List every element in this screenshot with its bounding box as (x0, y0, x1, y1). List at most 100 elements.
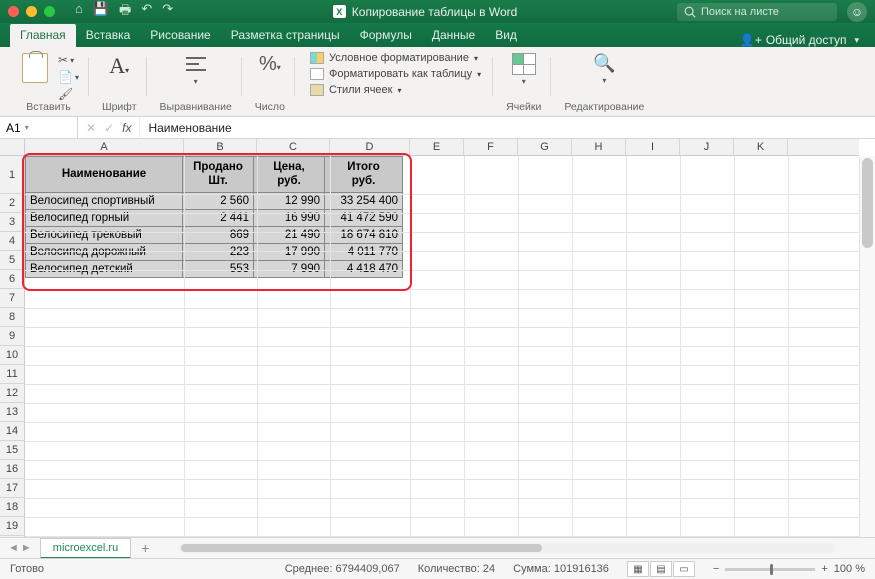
zoom-in-icon[interactable]: + (821, 563, 827, 575)
row-header-5[interactable]: 5 (0, 251, 24, 270)
editing-button[interactable]: 🔍 ▾ (589, 51, 619, 87)
save-icon[interactable]: 💾 (93, 1, 109, 23)
cancel-icon[interactable]: ✕ (86, 121, 96, 135)
minimize-window-icon[interactable] (26, 6, 37, 17)
cell-styles-button[interactable]: Стили ячеек ▾ (308, 83, 483, 97)
tab-formulas[interactable]: Формулы (350, 24, 422, 47)
zoom-window-icon[interactable] (44, 6, 55, 17)
add-sheet-button[interactable]: + (131, 540, 159, 556)
table-cell[interactable]: Велосипед детский (26, 261, 183, 278)
print-icon[interactable]: 🖶 (119, 1, 131, 23)
row-header-2[interactable]: 2 (0, 194, 24, 213)
col-header-J[interactable]: J (680, 139, 734, 155)
user-icon[interactable]: ☺ (847, 2, 867, 22)
vertical-scrollbar[interactable] (859, 156, 875, 537)
col-header-F[interactable]: F (464, 139, 518, 155)
row-header-13[interactable]: 13 (0, 403, 24, 422)
table-cell[interactable]: Велосипед спортивный (26, 193, 183, 210)
cells-container[interactable]: НаименованиеПроданоШт.Цена,руб.Итогоруб.… (25, 156, 859, 537)
zoom-control[interactable]: − + 100 % (713, 563, 865, 575)
row-header-17[interactable]: 17 (0, 479, 24, 498)
col-header-D[interactable]: D (330, 139, 410, 155)
view-normal-icon[interactable]: ▦ (627, 561, 649, 577)
horizontal-scrollbar[interactable] (179, 543, 835, 553)
col-header-H[interactable]: H (572, 139, 626, 155)
table-cell[interactable]: 12 990 (254, 193, 325, 210)
col-header-G[interactable]: G (518, 139, 572, 155)
paste-button[interactable] (18, 51, 52, 85)
zoom-out-icon[interactable]: − (713, 563, 719, 575)
cells-button[interactable]: ▾ (508, 51, 540, 88)
col-header-B[interactable]: B (184, 139, 257, 155)
table-cell[interactable]: 4 011 770 (325, 244, 403, 261)
sheet-next-icon[interactable]: ► (21, 542, 32, 554)
row-header-10[interactable]: 10 (0, 346, 24, 365)
table-cell[interactable]: Велосипед трековый (26, 227, 183, 244)
zoom-slider[interactable] (725, 568, 815, 571)
col-header-C[interactable]: C (257, 139, 330, 155)
column-headers[interactable]: ABCDEFGHIJK (25, 139, 859, 156)
table-header[interactable]: ПроданоШт. (183, 157, 254, 193)
name-box[interactable]: A1▾ (0, 117, 78, 138)
table-cell[interactable]: Велосипед дорожный (26, 244, 183, 261)
row-header-1[interactable]: 1 (0, 156, 24, 194)
row-header-9[interactable]: 9 (0, 327, 24, 346)
row-header-3[interactable]: 3 (0, 213, 24, 232)
redo-icon[interactable]: ↷ (162, 1, 173, 23)
tab-data[interactable]: Данные (422, 24, 485, 47)
row-header-12[interactable]: 12 (0, 384, 24, 403)
conditional-formatting-button[interactable]: Условное форматирование ▾ (308, 51, 483, 65)
tab-home[interactable]: Главная (10, 24, 76, 47)
col-header-E[interactable]: E (410, 139, 464, 155)
zoom-value[interactable]: 100 % (834, 563, 865, 575)
col-header-K[interactable]: K (734, 139, 788, 155)
number-button[interactable]: %▾ (255, 51, 285, 78)
search-input[interactable]: Поиск на листе (677, 3, 837, 21)
format-painter-icon[interactable]: 🖌 (58, 87, 79, 101)
undo-icon[interactable]: ↶ (141, 1, 152, 23)
font-button[interactable]: A▾ (105, 51, 133, 81)
spreadsheet-grid[interactable]: ABCDEFGHIJK 1234567891011121314151617181… (0, 139, 875, 537)
col-header-I[interactable]: I (626, 139, 680, 155)
row-header-16[interactable]: 16 (0, 460, 24, 479)
col-header-A[interactable]: A (25, 139, 184, 155)
home-icon[interactable]: ⌂ (75, 1, 83, 23)
table-cell[interactable]: 2 560 (183, 193, 254, 210)
row-header-11[interactable]: 11 (0, 365, 24, 384)
row-header-4[interactable]: 4 (0, 232, 24, 251)
cut-icon[interactable]: ✂ ▾ (58, 53, 79, 67)
table-cell[interactable]: 17 990 (254, 244, 325, 261)
tab-insert[interactable]: Вставка (76, 24, 141, 47)
table-cell[interactable]: 33 254 400 (325, 193, 403, 210)
table-cell[interactable]: 553 (183, 261, 254, 278)
row-header-14[interactable]: 14 (0, 422, 24, 441)
table-cell[interactable]: 869 (183, 227, 254, 244)
table-cell[interactable]: 4 418 470 (325, 261, 403, 278)
share-button[interactable]: 👤+ Общий доступ▾ (740, 33, 865, 47)
tab-draw[interactable]: Рисование (140, 24, 220, 47)
formula-input[interactable]: Наименование (140, 117, 875, 138)
table-header[interactable]: Цена,руб. (254, 157, 325, 193)
copy-icon[interactable]: 📄 ▾ (58, 70, 79, 84)
enter-icon[interactable]: ✓ (104, 121, 114, 135)
vertical-scrollbar-thumb[interactable] (862, 158, 873, 248)
sheet-tab[interactable]: microexcel.ru (40, 538, 131, 559)
row-header-15[interactable]: 15 (0, 441, 24, 460)
table-header[interactable]: Итогоруб. (325, 157, 403, 193)
tab-layout[interactable]: Разметка страницы (221, 24, 350, 47)
table-cell[interactable]: 18 674 810 (325, 227, 403, 244)
table-header[interactable]: Наименование (26, 157, 183, 193)
align-button[interactable]: ▾ (179, 51, 213, 88)
close-window-icon[interactable] (8, 6, 19, 17)
row-header-19[interactable]: 19 (0, 517, 24, 536)
format-as-table-button[interactable]: Форматировать как таблицу ▾ (308, 67, 483, 81)
sheet-prev-icon[interactable]: ◄ (8, 542, 19, 554)
row-header-6[interactable]: 6 (0, 270, 24, 289)
table-cell[interactable]: 21 490 (254, 227, 325, 244)
data-table[interactable]: НаименованиеПроданоШт.Цена,руб.Итогоруб.… (25, 156, 403, 278)
table-cell[interactable]: 223 (183, 244, 254, 261)
row-header-7[interactable]: 7 (0, 289, 24, 308)
view-pagebreak-icon[interactable]: ▭ (673, 561, 695, 577)
tab-view[interactable]: Вид (485, 24, 527, 47)
horizontal-scrollbar-thumb[interactable] (181, 544, 542, 552)
